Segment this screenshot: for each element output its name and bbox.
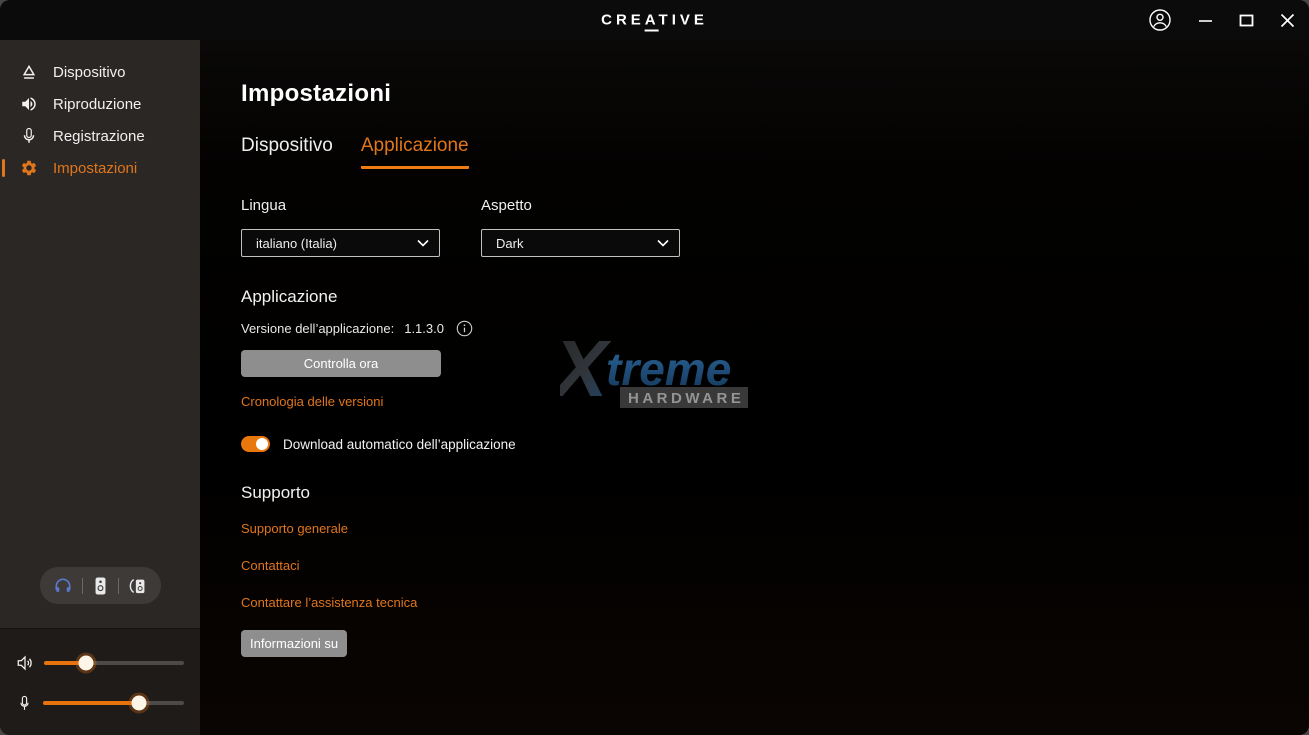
- version-value: 1.1.3.0: [404, 321, 444, 336]
- appearance-field: Aspetto Dark: [481, 197, 680, 257]
- support-links: Supporto generale Contattaci Contattare …: [241, 516, 1309, 627]
- maximize-icon: [1239, 13, 1254, 28]
- sidebar-item-dispositivo[interactable]: Dispositivo: [0, 56, 200, 88]
- check-now-button[interactable]: Controlla ora: [241, 350, 441, 377]
- application-heading: Applicazione: [241, 287, 1309, 307]
- sidebar-item-riproduzione[interactable]: Riproduzione: [0, 88, 200, 120]
- pill-divider: [118, 578, 119, 594]
- technical-support-link[interactable]: Contattare l’assistenza tecnica: [241, 590, 417, 615]
- microphone-icon: [16, 695, 33, 712]
- language-label: Lingua: [241, 197, 440, 214]
- appearance-select[interactable]: Dark: [481, 229, 680, 257]
- creative-logo: CREATIVE: [601, 12, 708, 29]
- close-button[interactable]: [1280, 13, 1295, 28]
- output-volume-thumb[interactable]: [79, 656, 94, 671]
- preferences-row: Lingua italiano (Italia) Aspetto Dark: [241, 197, 1309, 257]
- settings-tabs: Dispositivo Applicazione: [241, 135, 1309, 169]
- sidebar-item-label: Registrazione: [53, 128, 145, 145]
- chevron-down-icon: [417, 239, 429, 247]
- volume-panel: [0, 628, 200, 735]
- logo-underlined-a: A: [645, 12, 659, 32]
- sidebar-item-label: Riproduzione: [53, 96, 141, 113]
- headphones-device-button[interactable]: [53, 576, 73, 596]
- language-select[interactable]: italiano (Italia): [241, 229, 440, 257]
- minimize-icon: [1198, 13, 1213, 28]
- mic-volume-row: [16, 683, 184, 723]
- application-section: Applicazione Versione dell’applicazione:…: [241, 287, 1309, 452]
- mic-volume-slider[interactable]: [43, 701, 184, 705]
- delta-device-icon: [19, 63, 38, 81]
- language-field: Lingua italiano (Italia): [241, 197, 440, 257]
- device-switcher: [40, 567, 161, 604]
- language-selected-value: italiano (Italia): [256, 236, 337, 251]
- microphone-icon: [19, 127, 38, 145]
- close-icon: [1280, 13, 1295, 28]
- auto-download-label: Download automatico dell’applicazione: [283, 437, 516, 452]
- sidebar-spacer: [0, 184, 200, 567]
- logo-text: CRE: [601, 12, 645, 29]
- version-label: Versione dell’applicazione:: [241, 321, 394, 336]
- pill-divider: [82, 578, 83, 594]
- headphones-icon: [53, 576, 73, 596]
- user-account-icon: [1148, 8, 1172, 32]
- sidebar-item-label: Dispositivo: [53, 64, 126, 81]
- speaker-icon: [19, 95, 38, 113]
- surround-speaker-device-button[interactable]: [128, 576, 148, 596]
- support-section: Supporto Supporto generale Contattaci Co…: [241, 483, 1309, 657]
- version-row: Versione dell’applicazione: 1.1.3.0: [241, 320, 1309, 337]
- general-support-link[interactable]: Supporto generale: [241, 516, 348, 541]
- speaker-device-button[interactable]: [92, 576, 109, 596]
- sidebar-item-registrazione[interactable]: Registrazione: [0, 120, 200, 152]
- sidebar-item-label: Impostazioni: [53, 160, 137, 177]
- about-button[interactable]: Informazioni su: [241, 630, 347, 657]
- contact-us-link[interactable]: Contattaci: [241, 553, 300, 578]
- auto-download-row: Download automatico dell’applicazione: [241, 436, 1309, 452]
- tab-applicazione[interactable]: Applicazione: [361, 135, 469, 169]
- output-volume-row: [16, 643, 184, 683]
- mic-volume-thumb[interactable]: [131, 696, 146, 711]
- titlebar: CREATIVE: [0, 0, 1309, 40]
- speaker-surround-icon: [128, 576, 148, 596]
- sidebar-nav: Dispositivo Riproduzione: [0, 40, 200, 184]
- gear-icon: [19, 159, 38, 177]
- support-heading: Supporto: [241, 483, 1309, 503]
- version-history-link[interactable]: Cronologia delle versioni: [241, 394, 383, 409]
- info-icon: [456, 320, 473, 337]
- chevron-down-icon: [657, 239, 669, 247]
- app-window: CREATIVE: [0, 0, 1309, 735]
- volume-icon: [16, 654, 34, 672]
- window-controls: [1148, 8, 1295, 32]
- toggle-knob: [256, 438, 268, 450]
- page-title: Impostazioni: [241, 80, 1309, 108]
- settings-page: Impostazioni Dispositivo Applicazione Li…: [200, 40, 1309, 657]
- sidebar: Dispositivo Riproduzione: [0, 40, 200, 735]
- maximize-button[interactable]: [1239, 13, 1254, 28]
- appearance-selected-value: Dark: [496, 236, 523, 251]
- logo-text: TIVE: [659, 12, 708, 29]
- speaker-cabinet-icon: [92, 576, 109, 596]
- tab-dispositivo[interactable]: Dispositivo: [241, 135, 333, 169]
- version-info-button[interactable]: [456, 320, 473, 337]
- appearance-label: Aspetto: [481, 197, 680, 214]
- output-volume-slider[interactable]: [44, 661, 184, 665]
- account-button[interactable]: [1148, 8, 1172, 32]
- main-panel: X treme HARDWARE Impostazioni Dispositiv…: [200, 40, 1309, 735]
- sidebar-item-impostazioni[interactable]: Impostazioni: [0, 152, 200, 184]
- auto-download-toggle[interactable]: [241, 436, 270, 452]
- slider-fill: [43, 701, 139, 705]
- minimize-button[interactable]: [1198, 13, 1213, 28]
